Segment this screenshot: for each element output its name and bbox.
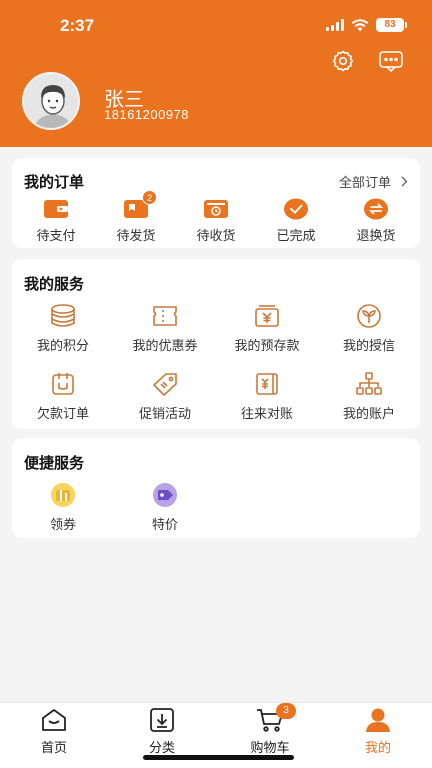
service-label: 促销活动 <box>138 407 191 422</box>
tab-label: 首页 <box>40 741 67 756</box>
quick-label: 领券 <box>49 518 76 533</box>
user-phone: 18161200978 <box>104 107 190 122</box>
shipment-badge: 2 <box>142 190 157 205</box>
coupon-icon <box>51 483 75 507</box>
battery-icon: 83 <box>376 18 407 32</box>
services-title: 我的服务 <box>24 275 85 293</box>
deposit-icon <box>255 305 279 327</box>
category-icon <box>150 708 174 732</box>
service-credit[interactable]: 我的授信 <box>318 303 420 354</box>
service-label: 我的账户 <box>342 407 395 422</box>
avatar[interactable] <box>22 72 80 130</box>
service-label: 我的积分 <box>36 339 89 354</box>
exchange-icon <box>364 198 388 220</box>
service-label: 我的优惠券 <box>132 339 198 354</box>
my-services-card: 我的服务 我的积分 我的优惠券 我的预存款 我的授信 欠款订单 促销活动 往来对… <box>12 259 420 429</box>
service-reconcile[interactable]: 往来对账 <box>216 371 318 422</box>
order-label: 待收货 <box>196 229 236 244</box>
service-label: 往来对账 <box>240 407 293 422</box>
service-account[interactable]: 我的账户 <box>318 371 420 422</box>
settings-icon[interactable] <box>330 48 356 74</box>
status-time: 2:37 <box>60 16 95 35</box>
profile-icon <box>366 708 390 732</box>
service-label: 我的预存款 <box>234 339 300 354</box>
special-price-icon <box>153 483 177 507</box>
account-tree-icon <box>356 372 382 395</box>
quick-coupon[interactable]: 领券 <box>12 482 114 533</box>
order-completed[interactable]: 已完成 <box>261 198 331 244</box>
wallet-icon <box>44 200 68 218</box>
tab-home[interactable]: 首页 <box>0 703 108 768</box>
order-label: 待发货 <box>116 229 156 244</box>
service-coupons[interactable]: 我的优惠券 <box>114 303 216 354</box>
quick-services-card: 便捷服务 领券 特价 <box>12 438 420 538</box>
profile-header: 2:37 83 张三 18161200978 <box>0 0 432 147</box>
debt-order-icon <box>52 373 74 395</box>
check-icon <box>284 198 308 220</box>
service-deposit[interactable]: 我的预存款 <box>216 303 318 354</box>
status-bar: 2:37 83 <box>0 0 432 50</box>
cart-badge: 3 <box>276 703 296 719</box>
tab-label: 我的 <box>364 741 391 756</box>
home-icon <box>42 709 66 731</box>
order-label: 退换货 <box>356 229 396 244</box>
quick-special-price[interactable]: 特价 <box>114 482 216 533</box>
service-promotions[interactable]: 促销活动 <box>114 371 216 422</box>
order-pending-receipt[interactable]: 待收货 <box>181 198 251 244</box>
ticket-icon <box>153 306 177 326</box>
tab-label: 分类 <box>148 741 175 756</box>
chevron-right-icon <box>401 176 408 187</box>
credit-icon <box>357 304 381 328</box>
quick-label: 特价 <box>151 518 178 533</box>
reconcile-icon <box>256 373 278 395</box>
quick-title: 便捷服务 <box>24 454 85 472</box>
status-icons: 83 <box>326 18 407 32</box>
order-returns[interactable]: 退换货 <box>341 198 411 244</box>
all-orders-link[interactable]: 全部订单 <box>339 172 408 191</box>
order-label: 待支付 <box>36 229 76 244</box>
home-indicator <box>143 755 294 760</box>
service-label: 欠款订单 <box>36 407 89 422</box>
coins-icon <box>51 304 75 327</box>
order-label: 已完成 <box>276 229 316 244</box>
tab-profile[interactable]: 我的 <box>324 703 432 768</box>
promotion-tag-icon <box>152 373 177 397</box>
order-pending-payment[interactable]: 待支付 <box>21 198 91 244</box>
signal-icon <box>326 19 344 31</box>
service-points[interactable]: 我的积分 <box>12 303 114 354</box>
service-debt-orders[interactable]: 欠款订单 <box>12 371 114 422</box>
tab-label: 购物车 <box>250 741 290 756</box>
order-pending-shipment[interactable]: 2 待发货 <box>101 190 171 244</box>
receive-icon <box>204 200 228 218</box>
orders-title: 我的订单 <box>24 173 85 191</box>
wifi-icon <box>351 18 369 31</box>
service-label: 我的授信 <box>342 339 395 354</box>
all-orders-label: 全部订单 <box>338 176 391 191</box>
message-icon[interactable] <box>378 48 404 74</box>
my-orders-card: 我的订单 全部订单 待支付 2 待发货 待收货 已完成 退换货 <box>12 158 420 248</box>
